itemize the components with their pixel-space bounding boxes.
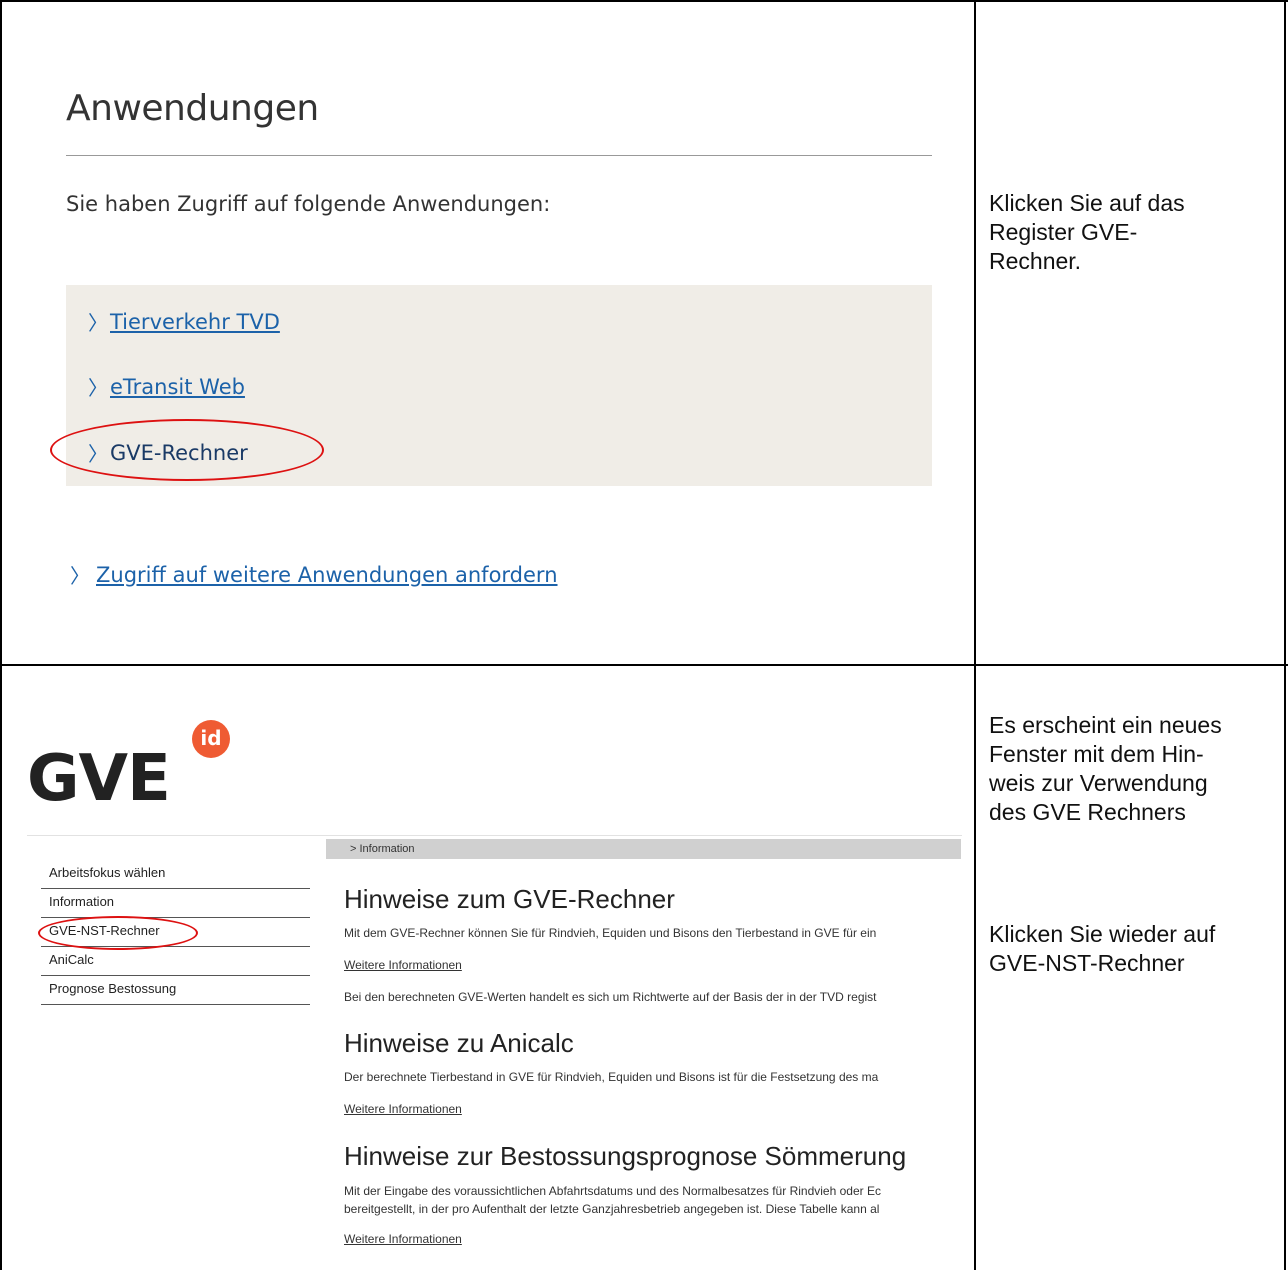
table-column-divider <box>974 0 976 1270</box>
instruction-line: GVE-NST-Rechner <box>989 950 1185 976</box>
section-text: Mit der Eingabe des voraussichtlichen Ab… <box>344 1184 881 1198</box>
instruction-text-2: Es erscheint ein neues Fenster mit dem H… <box>989 711 1279 827</box>
sidebar-item-arbeitsfokus[interactable]: Arbeitsfokus wählen <box>41 860 310 889</box>
section-heading: Hinweise zu Anicalc <box>344 1028 574 1058</box>
chevron-right-icon: 〉 <box>70 564 90 588</box>
more-info-link[interactable]: Weitere Informationen <box>344 958 462 972</box>
sidebar-item-information[interactable]: Information <box>41 889 310 918</box>
table-border-left <box>0 0 2 1270</box>
annotation-ellipse <box>38 916 198 950</box>
sidebar-item-anicalc[interactable]: AniCalc <box>41 947 310 976</box>
page-title: Anwendungen <box>66 88 319 129</box>
more-info-link[interactable]: Weitere Informationen <box>344 1102 462 1116</box>
section-text: Der berechnete Tierbestand in GVE für Ri… <box>344 1070 879 1084</box>
instruction-text-3: Klicken Sie wieder auf GVE-NST-Rechner <box>989 920 1279 978</box>
instruction-line: Fenster mit dem Hin- <box>989 741 1204 767</box>
app-link-label[interactable]: Tierverkehr TVD <box>110 310 280 334</box>
section-heading: Hinweise zum GVE-Rechner <box>344 884 675 914</box>
main-content: Hinweise zum GVE-Rechner Mit dem GVE-Rec… <box>344 880 961 1260</box>
instruction-line: des GVE Rechners <box>989 799 1186 825</box>
chevron-right-icon: 〉 <box>88 376 108 400</box>
request-access-label[interactable]: Zugriff auf weitere Anwendungen anforder… <box>96 563 558 587</box>
section-text: Bei den berechneten GVE-Werten handelt e… <box>344 990 877 1004</box>
applications-panel: Anwendungen Sie haben Zugriff auf folgen… <box>50 0 932 664</box>
access-subtitle: Sie haben Zugriff auf folgende Anwendung… <box>66 192 551 216</box>
instruction-line: Rechner. <box>989 248 1082 274</box>
id-badge-icon: id <box>192 720 230 758</box>
request-access-link[interactable]: 〉 Zugriff auf weitere Anwendungen anford… <box>70 560 558 589</box>
instruction-line: Es erscheint ein neues <box>989 712 1222 738</box>
gve-logo: GVE <box>27 742 171 816</box>
section-text: Mit dem GVE-Rechner können Sie für Rindv… <box>344 926 877 940</box>
table-row-divider <box>0 664 1288 666</box>
table-border-right <box>1284 0 1286 1270</box>
section-text: bereitgestellt, in der pro Aufenthalt de… <box>344 1202 880 1216</box>
title-divider <box>66 155 932 156</box>
sidebar-item-prognose-bestossung[interactable]: Prognose Bestossung <box>41 976 310 1005</box>
breadcrumb: > Information <box>326 839 961 859</box>
app-link-etransit[interactable]: 〉 eTransit Web <box>88 372 245 401</box>
annotation-ellipse <box>50 419 324 481</box>
instruction-text-1: Klicken Sie auf das Register GVE- Rechne… <box>989 189 1279 276</box>
chevron-right-icon: 〉 <box>88 311 108 335</box>
instruction-line: Register GVE- <box>989 219 1138 245</box>
app-link-tierverkehr[interactable]: 〉 Tierverkehr TVD <box>88 307 280 336</box>
instruction-line: Klicken Sie wieder auf <box>989 921 1216 947</box>
header-divider <box>27 835 962 836</box>
instruction-line: Klicken Sie auf das <box>989 190 1185 216</box>
instruction-line: weis zur Verwendung <box>989 770 1208 796</box>
more-info-link[interactable]: Weitere Informationen <box>344 1232 462 1246</box>
app-link-label[interactable]: eTransit Web <box>110 375 245 399</box>
section-heading: Hinweise zur Bestossungsprognose Sömmeru… <box>344 1141 907 1171</box>
